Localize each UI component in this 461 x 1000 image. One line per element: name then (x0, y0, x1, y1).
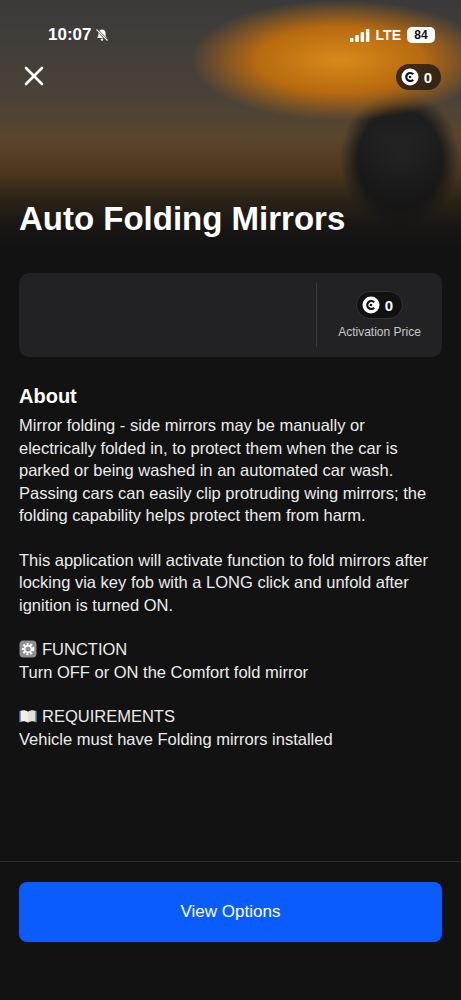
network-label: LTE (376, 27, 401, 43)
close-icon (23, 65, 45, 87)
balance-badge: 0 (396, 64, 441, 90)
view-options-button[interactable]: View Options (19, 882, 442, 942)
balance-value: 0 (424, 69, 432, 86)
coin-icon (362, 296, 380, 314)
about-heading: About (19, 385, 442, 408)
about-paragraph: This application will activate function … (19, 549, 442, 617)
section-text: Turn OFF or ON the Comfort fold mirror (19, 661, 442, 684)
book-icon (19, 707, 37, 725)
feature-screen: 10:07 LTE 84 0 Auto Folding Mirrors 0 Ac… (0, 0, 461, 1000)
info-section: FUNCTION Turn OFF or ON the Comfort fold… (19, 638, 442, 683)
price-label: Activation Price (338, 325, 421, 339)
about-section: About Mirror folding - side mirrors may … (19, 385, 442, 750)
price-badge: 0 (356, 291, 403, 319)
price-card: 0 Activation Price (19, 273, 442, 357)
hero-photo: 10:07 LTE 84 0 Auto Folding Mirrors (0, 0, 461, 250)
gear-icon (19, 640, 37, 658)
feature-title: Auto Folding Mirrors (0, 200, 461, 250)
signal-icon (350, 29, 370, 42)
section-heading: FUNCTION (42, 638, 127, 661)
status-bar: 10:07 LTE 84 (0, 0, 461, 48)
price-value: 0 (385, 297, 393, 314)
battery-indicator: 84 (407, 27, 435, 43)
info-section: REQUIREMENTS Vehicle must have Folding m… (19, 705, 442, 750)
section-text: Vehicle must have Folding mirrors instal… (19, 728, 442, 751)
coin-icon (401, 68, 419, 86)
about-paragraph: Mirror folding - side mirrors may be man… (19, 414, 442, 527)
close-button[interactable] (22, 65, 46, 89)
section-heading: REQUIREMENTS (42, 705, 175, 728)
bell-muted-icon (95, 28, 109, 42)
status-time: 10:07 (48, 25, 91, 45)
